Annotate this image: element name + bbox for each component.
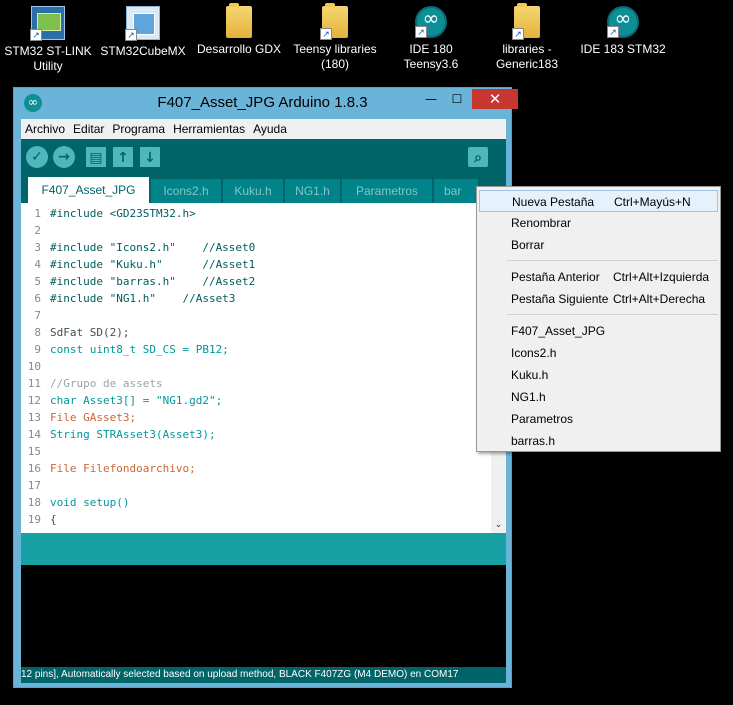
tab-parametros[interactable]: Parametros [342,179,432,203]
open-sketch-button[interactable]: ↑ [113,147,133,167]
window-titlebar[interactable]: ∞ F407_Asset_JPG Arduino 1.8.3 — ☐ ✕ [14,88,518,118]
code-line: 19{ [27,513,57,526]
menu-item-renombrar[interactable]: Renombrar [479,212,718,234]
desktop-icon-label: libraries - Generic183 [495,42,559,71]
desktop-icon-ide183[interactable]: ↗ IDE 183 STM32 [575,4,671,57]
code-line: 11//Grupo de assets [27,377,163,390]
menu-item-pestana-anterior[interactable]: Pestaña Anterior Ctrl+Alt+Izquierda [479,266,718,288]
menu-item-nueva-pestana[interactable]: Nueva Pestaña Ctrl+Mayús+N [479,190,718,212]
code-editor[interactable]: 1 #include <GD23STM32.h> 2 3 #include "Ico… [21,203,506,533]
code-line: 1 #include <GD23STM32.h> [34,207,196,220]
desktop-icon-desarrollo-gdx[interactable]: Desarrollo GDX [191,3,287,57]
shortcut-arrow-icon: ↗ [512,28,524,40]
code-line: 6 #include "NG1.h" //Asset3 [34,292,236,305]
ide-client: ✓ → ▤ ↑ ↓ ⌕ F407_Asset_JPG Icons2.h Kuku… [21,139,506,683]
code-line: 16 File Filefondoarchivo; [27,462,196,475]
desktop-icon-label: IDE 183 STM32 [580,42,666,56]
menu-separator [507,314,718,315]
menu-separator [507,260,718,261]
desktop-icon-label: Teensy libraries (180) [293,42,377,71]
tab-context-menu: Nueva Pestaña Ctrl+Mayús+N Renombrar Bor… [476,186,721,452]
tab-ng1[interactable]: NG1.h [285,179,340,203]
desktop-icon-label: STM32CubeMX [100,44,186,58]
maximize-button[interactable]: ☐ [444,89,470,109]
stlink-icon: ↗ [30,6,65,41]
shortcut-arrow-icon: ↗ [415,26,427,38]
menu-item-tab-kuku[interactable]: Kuku.h [479,364,718,386]
menubar: Archivo Editar Programa Herramientas Ayu… [21,119,506,139]
code-line: 3 #include "Icons2.h" //Asset0 [34,241,256,254]
desktop-icon-libraries-generic[interactable]: ↗ libraries - Generic183 [479,3,575,72]
tab-kuku[interactable]: Kuku.h [223,179,283,203]
arduino-icon: ↗ [607,6,639,38]
code-line: 15 [27,445,41,458]
toolbar: ✓ → ▤ ↑ ↓ ⌕ [21,139,506,175]
code-line: 2 [34,224,41,237]
tab-barras-label: bar [444,184,462,198]
code-line: 4 #include "Kuku.h" //Asset1 [34,258,256,271]
cube-icon: ↗ [125,6,160,41]
menu-item-tab-barras[interactable]: barras.h [479,430,718,452]
minimize-button[interactable]: — [418,89,444,109]
code-line: 14 String STRAsset3(Asset3); [27,428,216,441]
verify-button[interactable]: ✓ [26,146,48,168]
desktop-icon-cubemx[interactable]: ↗ STM32CubeMX [95,4,191,59]
menu-item-tab-f407[interactable]: F407_Asset_JPG [479,320,718,342]
menu-herramientas[interactable]: Herramientas [169,122,249,136]
menu-item-pestana-siguiente[interactable]: Pestaña Siguiente Ctrl+Alt+Derecha [479,288,718,310]
desktop-icon-label: Desarrollo GDX [196,42,282,56]
code-line: 9 const uint8_t SD_CS = PB12; [34,343,229,356]
menu-editar[interactable]: Editar [69,122,108,136]
desktop-icon-ide180[interactable]: ↗ IDE 180 Teensy3.6 [383,4,479,72]
chevron-down-icon[interactable]: ⌄ [493,520,504,531]
code-line: 18 void setup() [27,496,130,509]
menu-item-tab-ng1[interactable]: NG1.h [479,386,718,408]
tab-f407-asset-jpg[interactable]: F407_Asset_JPG [28,177,149,203]
serial-monitor-button[interactable]: ⌕ [468,147,488,167]
menu-archivo[interactable]: Archivo [21,122,69,136]
desktop-icon-stlink[interactable]: ↗ STM32 ST-LINK Utility [0,4,96,74]
code-line: 5 #include "barras.h" //Asset2 [34,275,256,288]
folder-icon: ↗ [320,3,348,40]
sketch-tabs: F407_Asset_JPG Icons2.h Kuku.h NG1.h Par… [21,177,506,203]
code-line: 10 [27,360,41,373]
menu-item-tab-parametros[interactable]: Parametros [479,408,718,430]
desktop-icon-label: IDE 180 Teensy3.6 [403,42,459,71]
tab-icons2[interactable]: Icons2.h [151,179,221,203]
code-line: 12 char Asset3[] = "NG1.gd2"; [27,394,223,407]
board-status: 12 pins], Automatically selected based o… [21,667,506,683]
folder-icon [226,3,252,38]
tab-barras[interactable]: bar [434,179,478,203]
code-line: 7 [34,309,41,322]
desktop-icon-label: STM32 ST-LINK Utility [4,44,92,73]
shortcut-arrow-icon: ↗ [30,29,42,41]
arduino-icon: ↗ [415,6,447,38]
menu-programa[interactable]: Programa [108,122,169,136]
menu-item-tab-icons2[interactable]: Icons2.h [479,342,718,364]
message-bar [21,533,506,565]
upload-button[interactable]: → [53,146,75,168]
shortcut-arrow-icon: ↗ [125,29,137,41]
menu-item-borrar[interactable]: Borrar [479,234,718,256]
desktop-icon-teensy-libraries[interactable]: ↗ Teensy libraries (180) [287,3,383,72]
menu-ayuda[interactable]: Ayuda [249,122,291,136]
new-sketch-button[interactable]: ▤ [86,147,106,167]
close-button[interactable]: ✕ [472,89,518,109]
code-line: 13 File GAsset3; [27,411,137,424]
shortcut-arrow-icon: ↗ [607,26,619,38]
code-line: 8 SdFat SD(2); [34,326,130,339]
folder-icon: ↗ [512,3,540,40]
code-line: 17 [27,479,41,492]
shortcut-arrow-icon: ↗ [320,28,332,40]
output-console[interactable] [21,565,506,667]
arduino-window: ∞ F407_Asset_JPG Arduino 1.8.3 — ☐ ✕ Arc… [13,87,518,688]
save-sketch-button[interactable]: ↓ [140,147,160,167]
